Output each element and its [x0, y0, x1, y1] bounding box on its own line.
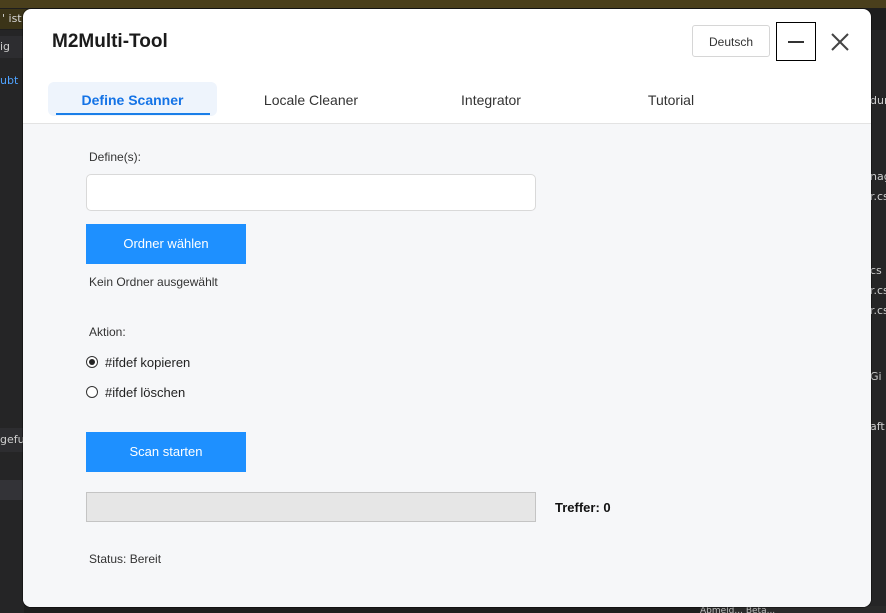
ide-right-text-4: cs — [870, 264, 882, 277]
minimize-icon — [788, 41, 804, 43]
radio-ifdef-delete[interactable]: #ifdef löschen — [86, 384, 226, 402]
tab-label: Locale Cleaner — [263, 92, 359, 108]
ide-right-text-5: r.cs — [870, 284, 886, 297]
window-title: M2Multi-Tool — [52, 31, 168, 52]
ide-right-text-2: nag — [870, 170, 886, 183]
hits-counter: Treffer: 0 — [555, 500, 611, 515]
scan-start-button[interactable]: Scan starten — [86, 432, 246, 472]
ide-right-text-1: dur — [870, 94, 886, 107]
tab-label: Integrator — [461, 92, 521, 108]
minimize-button[interactable] — [776, 22, 816, 61]
ide-right-text-7: Gi — [870, 370, 882, 383]
ide-right-text-8: aft — [870, 420, 885, 433]
tab-label: Tutorial — [647, 92, 695, 108]
tab-define-scanner[interactable]: Define Scanner — [48, 82, 217, 116]
ide-right-text-6: r.cs — [870, 304, 886, 317]
tab-integrator[interactable]: Integrator — [416, 82, 566, 116]
active-tab-indicator — [56, 113, 210, 115]
define-scanner-panel: Define(s): Ordner wählen Kein Ordner aus… — [23, 124, 871, 607]
folder-status-text: Kein Ordner ausgewählt — [89, 275, 218, 289]
tab-bar: Define Scanner Locale Cleaner Integrator… — [23, 82, 871, 124]
language-button[interactable]: Deutsch — [692, 25, 770, 57]
ide-title-strip — [0, 0, 886, 8]
radio-label: #ifdef kopieren — [105, 355, 191, 370]
ide-left-row — [0, 480, 24, 500]
close-button[interactable] — [827, 31, 853, 53]
action-label: Aktion: — [89, 325, 126, 339]
radio-ifdef-copy[interactable]: #ifdef kopieren — [86, 354, 226, 372]
radio-button[interactable] — [86, 386, 98, 398]
m2multi-tool-dialog: M2Multi-Tool Deutsch Define Scanner Loca… — [23, 9, 871, 607]
tab-locale-cleaner[interactable]: Locale Cleaner — [236, 82, 386, 116]
ide-right-text-3: r.cs — [870, 190, 886, 203]
ide-left-text-1: ig — [0, 40, 11, 53]
choose-folder-button[interactable]: Ordner wählen — [86, 224, 246, 264]
ide-status-fragment: Abmeld... Beta... — [700, 606, 886, 613]
ide-left-text-2: ubt — [0, 74, 19, 87]
tab-label: Define Scanner — [81, 92, 184, 108]
defines-input[interactable] — [86, 174, 536, 211]
status-text: Status: Bereit — [89, 552, 162, 566]
ide-left-text-3: gefu — [0, 433, 25, 446]
ide-left-panel: ig ubt gefu — [0, 30, 25, 613]
tab-tutorial[interactable]: Tutorial — [596, 82, 746, 116]
radio-label: #ifdef löschen — [105, 385, 186, 400]
close-icon — [831, 33, 849, 51]
defines-label: Define(s): — [89, 150, 142, 164]
radio-button[interactable] — [86, 356, 98, 368]
scan-progress-bar — [86, 492, 536, 522]
radio-selected-dot — [89, 359, 95, 365]
